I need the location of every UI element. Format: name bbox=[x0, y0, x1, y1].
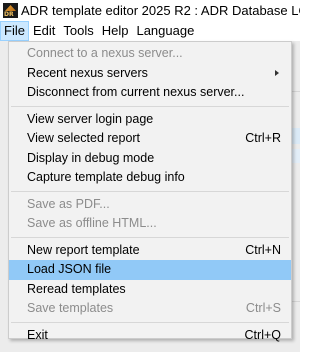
menu-item-label: Disconnect from current nexus server... bbox=[27, 85, 245, 99]
menu-item-label: Save templates bbox=[27, 301, 114, 315]
menu-separator bbox=[11, 236, 289, 238]
menu-separator bbox=[11, 105, 289, 107]
menu-item-save-as-offline-html[interactable]: Save as offline HTML... bbox=[9, 214, 291, 234]
menu-item-label: Capture template debug info bbox=[27, 170, 185, 184]
menu-item-recent-nexus-servers[interactable]: Recent nexus servers bbox=[9, 64, 291, 84]
app-logo-badge: DR bbox=[4, 11, 14, 18]
menu-item-label: View server login page bbox=[27, 111, 154, 126]
menu-item-label: Exit bbox=[27, 327, 48, 342]
menu-item-shortcut: Ctrl+R bbox=[245, 131, 281, 145]
menu-item-shortcut: Ctrl+Q bbox=[244, 327, 281, 342]
menu-bar: File Edit Tools Help Language bbox=[0, 21, 300, 41]
app-logo-icon: DR bbox=[3, 3, 18, 18]
menu-separator bbox=[11, 321, 289, 323]
menu-edit[interactable]: Edit bbox=[29, 21, 59, 41]
menu-item-label: View selected report bbox=[27, 131, 141, 145]
menu-item-connect-to-a-nexus-server[interactable]: Connect to a nexus server... bbox=[9, 44, 291, 64]
menu-item-load-json-file[interactable]: Load JSON file bbox=[9, 260, 291, 280]
menu-item-capture-template-debug-info[interactable]: Capture template debug info bbox=[9, 168, 291, 188]
menu-help[interactable]: Help bbox=[98, 21, 133, 41]
menu-tools[interactable]: Tools bbox=[59, 21, 97, 41]
menu-item-save-as-pdf[interactable]: Save as PDF... bbox=[9, 195, 291, 215]
menu-item-label: Save as offline HTML... bbox=[27, 216, 157, 230]
menu-item-view-selected-report[interactable]: View selected report Ctrl+R bbox=[9, 129, 291, 149]
menu-item-exit[interactable]: Exit Ctrl+Q bbox=[9, 326, 291, 346]
menu-item-shortcut: Ctrl+N bbox=[245, 242, 281, 257]
window-title: ADR template editor 2025 R2 : ADR Databa… bbox=[21, 3, 300, 18]
menu-separator bbox=[11, 190, 289, 192]
submenu-arrow-icon bbox=[275, 69, 279, 76]
menu-item-reread-templates[interactable]: Reread templates bbox=[9, 280, 291, 300]
menu-item-label: Reread templates bbox=[27, 281, 126, 296]
menu-item-label: Save as PDF... bbox=[27, 196, 110, 211]
file-menu-dropdown: Connect to a nexus server... Recent nexus… bbox=[8, 41, 292, 342]
menu-item-display-in-debug-mode[interactable]: Display in debug mode bbox=[9, 149, 291, 169]
menu-item-label: Display in debug mode bbox=[27, 150, 155, 165]
menu-item-label: Load JSON file bbox=[27, 262, 112, 276]
menu-item-save-templates[interactable]: Save templates Ctrl+S bbox=[9, 299, 291, 319]
menu-language[interactable]: Language bbox=[132, 21, 198, 41]
title-bar: DR ADR template editor 2025 R2 : ADR Dat… bbox=[0, 0, 300, 21]
menu-item-label: New report template bbox=[27, 242, 140, 257]
menu-file[interactable]: File bbox=[0, 21, 29, 41]
menu-item-new-report-template[interactable]: New report template Ctrl+N bbox=[9, 241, 291, 261]
menu-item-label: Recent nexus servers bbox=[27, 65, 148, 80]
menu-item-view-server-login-page[interactable]: View server login page bbox=[9, 110, 291, 130]
menu-item-disconnect-from-current-nexus-server[interactable]: Disconnect from current nexus server... bbox=[9, 83, 291, 103]
menu-item-shortcut: Ctrl+S bbox=[245, 301, 281, 315]
menu-item-label: Connect to a nexus server... bbox=[27, 46, 183, 60]
